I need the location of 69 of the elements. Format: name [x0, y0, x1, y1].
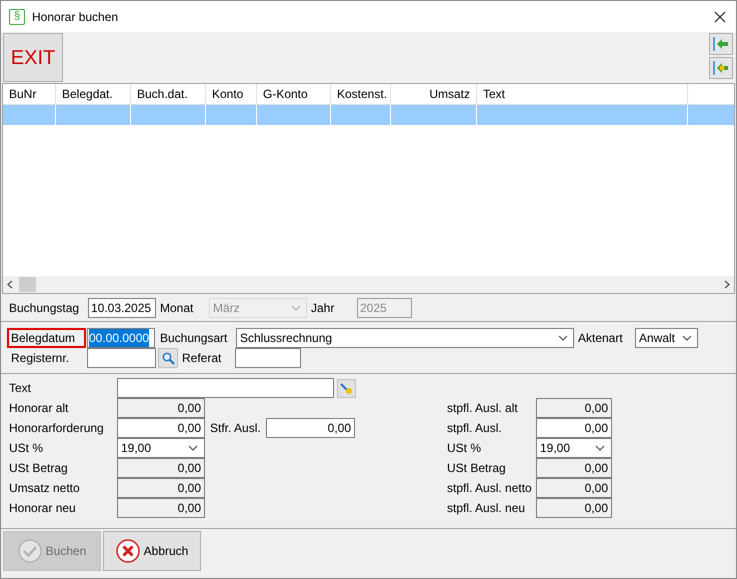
- window-title: Honorar buchen: [32, 8, 118, 26]
- column-header[interactable]: Konto: [206, 84, 257, 104]
- chevron-down-icon: [682, 335, 692, 341]
- readonly-field[interactable]: 0,00: [117, 398, 205, 418]
- column-header[interactable]: Belegdat.: [56, 84, 131, 104]
- readonly-field[interactable]: 0,00: [117, 478, 205, 498]
- close-icon[interactable]: [714, 10, 726, 22]
- input-field[interactable]: 0,00: [266, 418, 355, 438]
- chevron-down-icon: [558, 335, 568, 341]
- field-label: Umsatz netto: [9, 480, 81, 497]
- field-label: Registernr.: [10, 350, 70, 367]
- field-label: Monat: [159, 300, 194, 316]
- field-label: Stfr. Ausl.: [209, 420, 262, 437]
- field-label: USt Betrag: [447, 460, 507, 477]
- input-field[interactable]: [117, 378, 334, 398]
- field-label: stpfl. Ausl.: [447, 420, 503, 437]
- readonly-field[interactable]: 0,00: [117, 498, 205, 518]
- horizontal-scrollbar[interactable]: [3, 276, 734, 293]
- search-icon: [162, 352, 174, 364]
- field-label: Aktenart: [577, 330, 624, 347]
- chevron-down-icon: [595, 445, 605, 451]
- readonly-field[interactable]: 0,00: [536, 478, 612, 498]
- field-label: stpfl. Ausl. alt: [447, 400, 519, 417]
- chevron-down-icon: [291, 304, 301, 310]
- column-header[interactable]: BuNr: [3, 84, 56, 104]
- input-field[interactable]: [235, 348, 301, 368]
- field-label: Belegdatum: [7, 328, 86, 348]
- readonly-field[interactable]: 0,00: [536, 398, 612, 418]
- checkmark-icon: [18, 539, 42, 563]
- action-button[interactable]: Abbruch: [103, 531, 201, 571]
- field-label: USt %: [9, 440, 44, 457]
- field-label: Buchungstag: [9, 300, 80, 316]
- field-label: Jahr: [310, 300, 336, 316]
- booking-type-dropdown[interactable]: Schlussrechnung: [236, 328, 574, 348]
- cancel-icon: [116, 539, 140, 563]
- date-field[interactable]: 10.03.2025: [88, 298, 156, 318]
- field-label: Buchungsart: [159, 330, 228, 347]
- field-label: Referat: [181, 350, 222, 367]
- date-field[interactable]: 00.00.0000: [87, 328, 155, 348]
- file-type-dropdown[interactable]: Anwalt: [635, 328, 698, 348]
- column-header[interactable]: Text: [477, 84, 688, 104]
- search-button[interactable]: [158, 348, 178, 368]
- field-label: USt %: [447, 440, 482, 457]
- readonly-field[interactable]: 0,00: [536, 458, 612, 478]
- readonly-field[interactable]: 0,00: [117, 458, 205, 478]
- dropdown[interactable]: 19,00: [117, 438, 205, 458]
- column-header[interactable]: Umsatz: [391, 84, 477, 104]
- input-field[interactable]: 0,00: [536, 418, 612, 438]
- scroll-thumb[interactable]: [19, 277, 36, 292]
- column-header[interactable]: Kostenst.: [331, 84, 391, 104]
- readonly-field[interactable]: 0,00: [536, 498, 612, 518]
- field-label: USt Betrag: [9, 460, 69, 477]
- exit-button[interactable]: EXIT: [3, 33, 63, 82]
- column-header[interactable]: G-Konto: [257, 84, 331, 104]
- field-label: Honorarforderung: [9, 420, 105, 437]
- input-field[interactable]: [87, 348, 156, 368]
- app-icon: §: [9, 8, 25, 24]
- dropdown[interactable]: 19,00: [536, 438, 612, 458]
- arrow-left-icon[interactable]: [709, 33, 733, 55]
- input-field[interactable]: 0,00: [117, 418, 205, 438]
- scroll-right-icon[interactable]: [724, 280, 730, 289]
- field-label: stpfl. Ausl. netto: [447, 480, 533, 497]
- field-label: stpfl. Ausl. neu: [447, 500, 526, 517]
- field-label: Text: [9, 380, 32, 397]
- scroll-left-icon[interactable]: [7, 280, 13, 289]
- chevron-down-icon: [188, 445, 198, 451]
- column-header[interactable]: Buch.dat.: [131, 84, 206, 104]
- field-label: Honorar neu: [9, 500, 77, 517]
- field-label: Honorar alt: [9, 400, 70, 417]
